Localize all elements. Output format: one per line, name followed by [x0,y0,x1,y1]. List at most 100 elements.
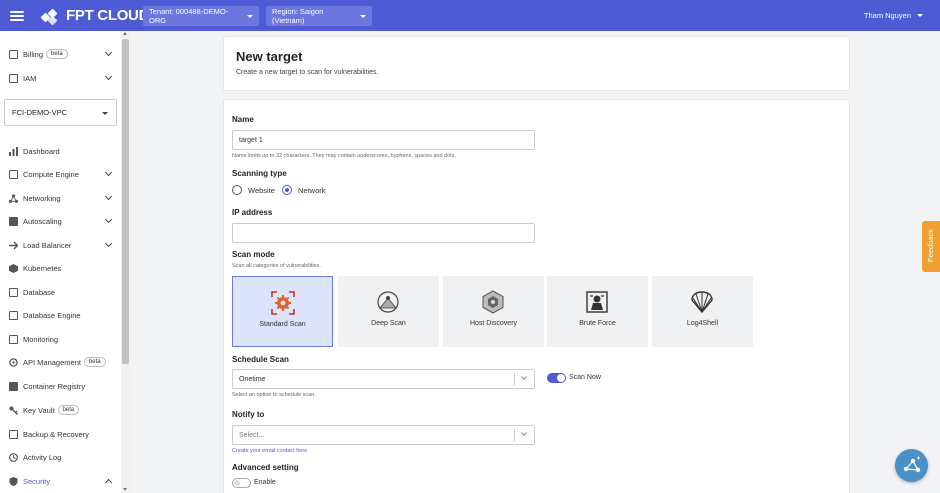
radio-network[interactable]: Network [282,185,326,195]
sidebar-item-dashboard[interactable]: Dashboard [0,141,121,161]
sidebar-item-label: IAM [23,73,37,83]
scan-mode-hint: Scan all categories of vulnerabilities. [232,263,321,269]
billing-icon [9,49,18,59]
chevron-down-icon [104,72,113,81]
hexagon-host-icon [482,290,504,314]
activity-log-icon [9,452,18,462]
sidebar-item-networking[interactable]: Networking [0,188,121,208]
radio-website[interactable]: Website [232,185,275,195]
sidebar-item-label: Container Registry [23,381,86,391]
vpc-value: FCI-DEMO-VPC [12,108,67,117]
database-engine-icon [9,310,18,320]
tenant-label: Tenant: 000488-DEMO-ORG [149,7,229,25]
kubernetes-icon [9,263,18,273]
region-dropdown[interactable]: Region: Saigon (Vietnam) [266,6,372,26]
sidebar-item-label: API Management [23,357,81,367]
sidebar-item-label: Load Balancer [23,240,72,250]
monitor-icon [9,169,18,179]
radio-circle-selected[interactable] [282,185,292,195]
logo-mark-icon [40,8,63,25]
api-icon [9,357,18,367]
radio-circle[interactable] [232,185,242,195]
tenant-dropdown[interactable]: Tenant: 000488-DEMO-ORG [143,6,259,26]
sidebar-item-database[interactable]: Database [0,282,121,302]
mode-standard-scan[interactable]: Standard Scan [232,276,333,347]
schedule-select[interactable]: Onetime [232,369,535,389]
sidebar-item-label: Monitoring [23,334,59,344]
radio-network-label: Network [298,185,326,195]
dashboard-icon [9,146,18,156]
sidebar-item-billing[interactable]: Billing beta [0,44,121,64]
brand-logo[interactable]: FPT CLOUD [40,7,150,25]
network-icon [9,193,18,203]
chevron-down-icon [247,14,253,18]
notify-select[interactable]: Select... [232,425,535,445]
assistant-network-icon [903,456,921,473]
chevron-down-icon [104,192,113,201]
schedule-hint: Select an option to schedule scan. [232,392,316,398]
container-icon [9,381,18,391]
mode-deep-scan[interactable]: Deep Scan [338,276,439,347]
sidebar-item-label: Database [23,287,56,297]
assistant-fab[interactable] [895,449,928,482]
feedback-tab[interactable]: Feedback [922,221,940,272]
sidebar-item-label: Activity Log [23,452,62,462]
sidebar-item-load-balancer[interactable]: Load Balancer [0,235,121,255]
sidebar-item-security[interactable]: Security [0,471,121,491]
name-label: Name [232,115,254,124]
page-subtitle: Create a new target to scan for vulnerab… [236,69,379,76]
top-bar: FPT CLOUD [0,0,940,31]
create-email-contact-link[interactable]: Create your email contact here [232,448,307,454]
sidebar-item-kubernetes[interactable]: Kubernetes [0,258,121,278]
name-input[interactable]: target 1 [232,130,535,150]
user-menu[interactable]: Tham Nguyen [864,11,923,20]
sidebar-item-api-management[interactable]: API Management beta [0,352,121,372]
name-hint: Name limits up to 32 characters. They ma… [232,153,456,159]
mode-label: Brute Force [579,320,616,327]
scroll-down-icon[interactable] [123,488,127,491]
vpc-select[interactable]: FCI-DEMO-VPC [4,99,117,126]
sidebar-item-label: Compute Engine [23,169,79,179]
sidebar-item-key-vault[interactable]: Key Vault beta [0,400,121,420]
sidebar-item-label: Autoscaling [23,216,62,226]
sidebar-item-backup-recovery[interactable]: Backup & Recovery [0,424,121,444]
sidebar-item-label: Networking [23,193,61,203]
chevron-down-icon [104,48,113,57]
iam-icon [9,73,18,83]
sidebar-scrollbar[interactable] [121,31,130,493]
page-title: New target [236,49,303,64]
sidebar-item-label: Key Vault [23,405,55,415]
backup-icon [9,429,18,439]
mode-log4shell[interactable]: Log4Shell [652,276,753,347]
mode-brute-force[interactable]: Brute Force [547,276,648,347]
ip-address-input[interactable] [232,223,535,243]
advanced-enable-toggle[interactable] [232,478,251,488]
sidebar-item-monitoring[interactable]: Monitoring [0,329,121,349]
scan-mode-label: Scan mode [232,250,275,259]
schedule-value: Onetime [239,375,266,383]
brute-force-icon [586,291,608,313]
scrollbar-thumb[interactable] [122,39,129,364]
mode-host-discovery[interactable]: Host Discovery [443,276,544,347]
sidebar-item-iam[interactable]: IAM [0,68,121,88]
chevron-down-icon [514,429,534,441]
scan-now-label: Scan Now [569,374,601,381]
database-icon [9,287,18,297]
radio-website-label: Website [248,185,275,195]
sidebar-item-container-registry[interactable]: Container Registry [0,376,121,396]
sidebar-item-autoscaling[interactable]: Autoscaling [0,211,121,231]
chevron-down-icon [104,239,113,248]
autoscaling-icon [9,216,18,226]
sidebar-item-label: Dashboard [23,146,60,156]
mode-label: Standard Scan [259,321,306,328]
sidebar-item-compute-engine[interactable]: Compute Engine [0,164,121,184]
sidebar-item-database-engine[interactable]: Database Engine [0,305,121,325]
menu-icon[interactable] [10,10,24,21]
brand-name: FPT CLOUD [66,7,150,24]
sidebar-item-activity-log[interactable]: Activity Log [0,447,121,467]
chevron-down-icon [102,112,108,115]
feedback-label: Feedback [926,229,935,262]
scan-now-toggle[interactable] [547,373,566,383]
mode-label: Log4Shell [686,320,719,327]
scroll-up-icon[interactable] [123,32,127,35]
